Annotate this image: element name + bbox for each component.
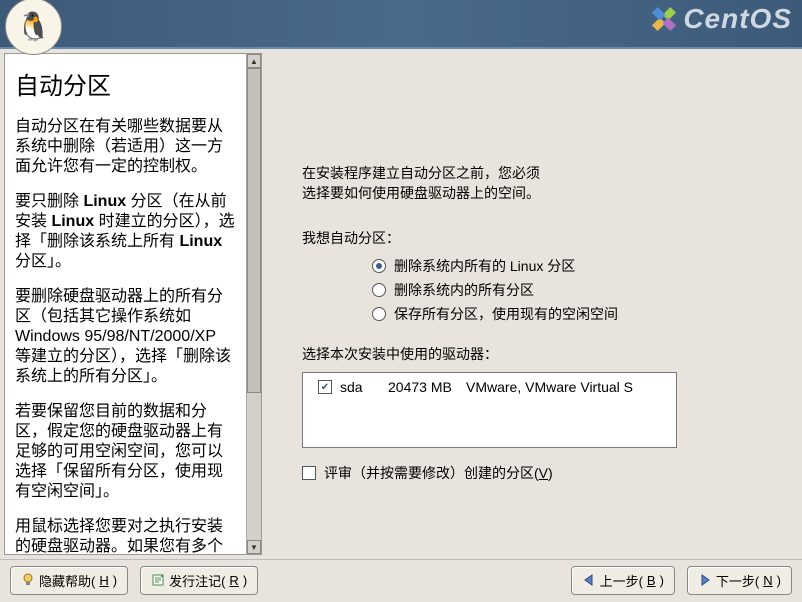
help-paragraph: 要删除硬盘驱动器上的所有分区（包括其它操作系统如 Windows 95/98/N… [15,287,236,387]
help-scrollbar[interactable]: ▲ ▼ [246,54,261,554]
radio-label: 删除系统内所有的 Linux 分区 [394,256,575,276]
help-content: 自动分区 自动分区在有关哪些数据要从系统中删除（若适用）这一方面允许您有一定的控… [5,54,246,554]
radio-remove-all[interactable]: 删除系统内的所有分区 [372,280,762,300]
drive-desc: VMware, VMware Virtual S [466,379,633,395]
arrow-right-icon [698,573,712,587]
scroll-down-icon[interactable]: ▼ [247,540,261,554]
radio-icon[interactable] [372,307,386,321]
brand-area: CentOS [649,3,792,35]
release-notes-button[interactable]: 发行注记(R) [140,566,258,595]
radio-label: 删除系统内的所有分区 [394,280,534,300]
notes-icon [151,573,165,587]
back-button[interactable]: 上一步(B) [571,566,675,595]
hide-help-button[interactable]: 隐藏帮助(H) [10,566,128,595]
radio-icon[interactable] [372,283,386,297]
bulb-icon [21,573,35,587]
help-title: 自动分区 [15,72,236,102]
help-panel: 自动分区 自动分区在有关哪些数据要从系统中删除（若适用）这一方面允许您有一定的控… [4,53,262,555]
scroll-up-icon[interactable]: ▲ [247,54,261,68]
content-panel: 在安装程序建立自动分区之前，您必须 选择要如何使用硬盘驱动器上的空间。 我想自动… [262,49,802,559]
help-paragraph: 自动分区在有关哪些数据要从系统中删除（若适用）这一方面允许您有一定的控制权。 [15,117,236,177]
drive-list[interactable]: sda 20473 MB VMware, VMware Virtual S [302,372,677,448]
drive-name: sda [340,379,380,395]
radio-label: 保存所有分区，使用现有的空闲空间 [394,304,618,324]
centos-icon [649,4,679,34]
checkbox-icon[interactable] [318,380,332,394]
arrow-left-icon [582,573,596,587]
drive-size: 20473 MB [388,379,458,395]
drive-select-label: 选择本次安装中使用的驱动器： [302,344,762,364]
partition-radio-group: 删除系统内所有的 Linux 分区 删除系统内的所有分区 保存所有分区，使用现有… [372,256,762,324]
review-checkbox-row[interactable]: 评审（并按需要修改）创建的分区(V) [302,463,762,483]
radio-keep-all[interactable]: 保存所有分区，使用现有的空闲空间 [372,304,762,324]
brand-text: CentOS [683,3,792,35]
header-bar: 🐧 CentOS [0,0,802,49]
partition-question: 我想自动分区： [302,228,762,248]
footer-bar: 隐藏帮助(H) 发行注记(R) 上一步(B) 下一步(N) [0,559,802,600]
scroll-thumb[interactable] [247,68,261,393]
help-paragraph: 要只删除 Linux 分区（在从前安装 Linux 时建立的分区），选择「删除该… [15,192,236,272]
review-label: 评审（并按需要修改）创建的分区(V) [324,463,553,483]
drive-row-sda[interactable]: sda 20473 MB VMware, VMware Virtual S [318,379,661,395]
tux-icon: 🐧 [5,0,62,55]
help-paragraph: 用鼠标选择您要对之执行安装的硬盘驱动器。如果您有多个硬盘驱动器，您可以选择哪个（… [15,517,236,554]
radio-remove-linux[interactable]: 删除系统内所有的 Linux 分区 [372,256,762,276]
checkbox-icon[interactable] [302,466,316,480]
radio-icon[interactable] [372,259,386,273]
help-paragraph: 若要保留您目前的数据和分区，假定您的硬盘驱动器上有足够的可用空闲空间，您可以选择… [15,402,236,502]
intro-text: 在安装程序建立自动分区之前，您必须 选择要如何使用硬盘驱动器上的空间。 [302,164,762,203]
next-button[interactable]: 下一步(N) [687,566,792,595]
